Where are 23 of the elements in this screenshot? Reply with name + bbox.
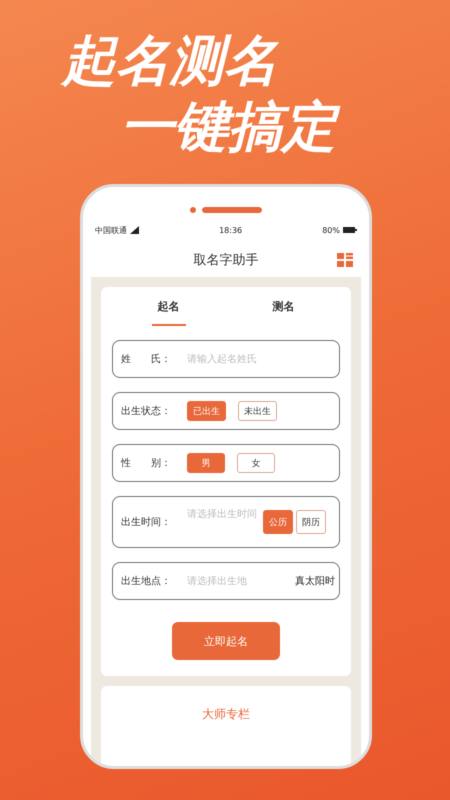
option-button[interactable]: 女 xyxy=(237,453,275,473)
signal-icon xyxy=(130,226,139,234)
field-label: 出生时间： xyxy=(121,516,172,529)
field-label: 出生地点： xyxy=(121,574,172,588)
field-label: 出生状态： xyxy=(121,404,172,418)
headline: 起名测名 xyxy=(62,30,280,92)
speaker-icon xyxy=(202,207,262,213)
grid-icon[interactable] xyxy=(337,253,353,267)
battery-text: 80% xyxy=(322,226,340,234)
option-button[interactable]: 未出生 xyxy=(238,401,277,421)
solar-time-link[interactable]: 真太阳时 xyxy=(295,574,335,588)
headline: 一键搞定 xyxy=(120,96,450,158)
clock-text: 18:36 xyxy=(219,226,242,234)
section-title: 大师专栏 xyxy=(202,706,250,723)
app-title: 取名字助手 xyxy=(194,252,258,269)
field-label: 性 别： xyxy=(121,456,172,470)
battery-icon xyxy=(343,227,357,233)
option-button[interactable]: 阴历 xyxy=(296,510,326,534)
camera-icon xyxy=(190,207,196,213)
tab[interactable]: 起名 xyxy=(152,295,186,326)
carrier-text: 中国联通 xyxy=(95,224,127,236)
field-label: 姓 氏： xyxy=(121,352,172,366)
tab[interactable]: 测名 xyxy=(266,295,300,326)
